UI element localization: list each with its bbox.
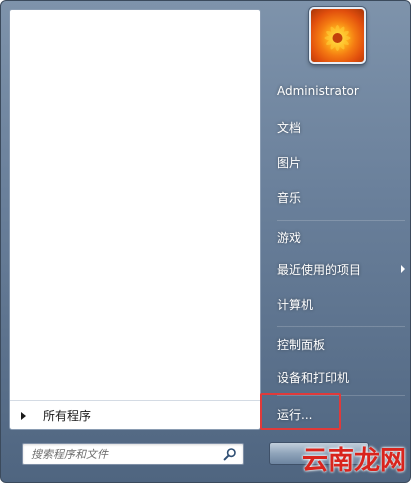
menu-item-label: 文档 (277, 120, 302, 135)
menu-item-label: 音乐 (277, 190, 302, 205)
menu-item-label: 计算机 (277, 297, 314, 312)
menu-item-games[interactable]: 游戏 (277, 220, 405, 249)
all-programs-label: 所有程序 (43, 409, 92, 423)
programs-pane: 所有程序 (9, 9, 261, 430)
menu-item-recent-items[interactable]: 最近使用的项目 (277, 257, 405, 281)
menu-item-label: 游戏 (277, 230, 302, 245)
menu-item-label: 控制面板 (277, 337, 326, 352)
search-icon[interactable] (223, 447, 237, 461)
user-name: Administrator (277, 84, 359, 98)
search-input[interactable] (23, 444, 219, 464)
menu-item-label: 设备和打印机 (277, 370, 350, 385)
menu-item-control-panel[interactable]: 控制面板 (277, 326, 405, 356)
menu-item-devices-printers[interactable]: 设备和打印机 (277, 365, 405, 389)
run-highlight-box (260, 393, 341, 430)
all-programs-button[interactable]: 所有程序 (10, 400, 260, 430)
menu-item-documents[interactable]: 文档 (277, 115, 405, 139)
menu-item-label: 图片 (277, 155, 302, 170)
menu-item-label: 最近使用的项目 (277, 262, 362, 277)
user-name-link[interactable]: Administrator (277, 79, 405, 103)
watermark-text: 云南龙网 (301, 445, 406, 476)
menu-item-pictures[interactable]: 图片 (277, 150, 405, 174)
user-avatar[interactable] (309, 7, 366, 64)
submenu-arrow-icon (401, 265, 405, 273)
flower-icon (324, 25, 351, 51)
arrow-right-icon (21, 411, 26, 420)
menu-item-computer[interactable]: 计算机 (277, 292, 405, 316)
menu-item-music[interactable]: 音乐 (277, 185, 405, 209)
start-menu: 所有程序 Administrator (0, 0, 411, 483)
search-box[interactable] (22, 443, 244, 465)
